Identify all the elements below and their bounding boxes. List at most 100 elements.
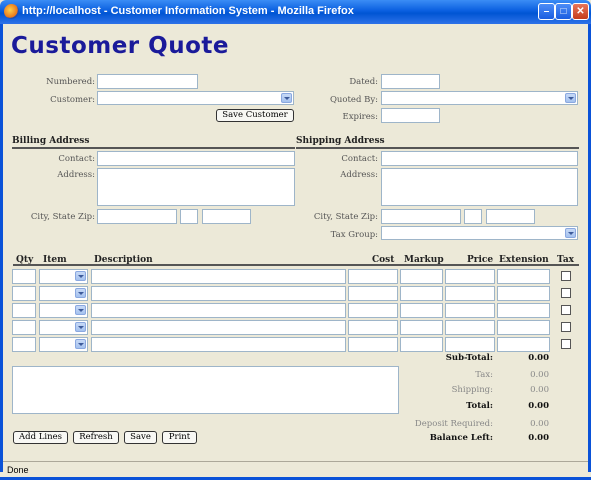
notes-textarea[interactable] [12, 366, 399, 414]
quoted-by-select[interactable] [381, 91, 578, 105]
item-select[interactable] [39, 320, 88, 335]
cost-input[interactable] [348, 303, 398, 318]
price-input[interactable] [445, 286, 495, 301]
numbered-input[interactable] [97, 74, 198, 89]
tax-checkbox[interactable] [561, 271, 571, 281]
billing-city-input[interactable] [97, 209, 177, 224]
cost-input[interactable] [348, 320, 398, 335]
add-lines-button[interactable]: Add Lines [13, 431, 68, 444]
markup-input[interactable] [400, 303, 443, 318]
total-value: 0.00 [528, 401, 549, 411]
markup-input[interactable] [400, 320, 443, 335]
window-titlebar: http://localhost - Customer Information … [0, 0, 591, 24]
status-bar: Done [3, 461, 588, 478]
price-input[interactable] [445, 269, 495, 284]
shipping-city-input[interactable] [381, 209, 461, 224]
shipping-city-state-zip-label: City, State Zip: [313, 212, 378, 222]
expires-input[interactable] [381, 108, 440, 123]
extension-input[interactable] [497, 337, 550, 352]
extension-input[interactable] [497, 286, 550, 301]
extension-input[interactable] [497, 320, 550, 335]
deposit-value: 0.00 [530, 419, 549, 429]
tax-label: Tax: [475, 370, 493, 380]
maximize-icon[interactable]: □ [555, 3, 572, 20]
tax-checkbox[interactable] [561, 305, 571, 315]
quoted-by-label: Quoted By: [329, 95, 378, 105]
billing-city-state-zip-label: City, State Zip: [30, 212, 95, 222]
billing-contact-input[interactable] [97, 151, 295, 166]
billing-address-heading: Billing Address [12, 136, 295, 149]
customer-label: Customer: [50, 95, 95, 105]
subtotal-label: Sub-Total: [445, 353, 493, 363]
shipping-address-label: Address: [340, 170, 378, 180]
numbered-label: Numbered: [46, 77, 95, 87]
shipping-value: 0.00 [530, 385, 549, 395]
billing-address-textarea[interactable] [97, 168, 295, 206]
extension-input[interactable] [497, 269, 550, 284]
description-input[interactable] [91, 320, 346, 335]
total-label: Total: [466, 401, 493, 411]
chevron-down-icon[interactable] [75, 288, 86, 298]
extension-input[interactable] [497, 303, 550, 318]
qty-input[interactable] [12, 269, 36, 284]
item-select[interactable] [39, 303, 88, 318]
close-icon[interactable]: ✕ [572, 3, 589, 20]
save-customer-button[interactable]: Save Customer [216, 109, 294, 122]
cost-input[interactable] [348, 269, 398, 284]
window-title: http://localhost - Customer Information … [22, 5, 354, 17]
billing-address-label: Address: [57, 170, 95, 180]
chevron-down-icon[interactable] [565, 93, 576, 103]
markup-input[interactable] [400, 337, 443, 352]
tax-group-label: Tax Group: [330, 230, 378, 240]
tax-checkbox[interactable] [561, 339, 571, 349]
price-input[interactable] [445, 303, 495, 318]
customer-select[interactable] [97, 91, 294, 105]
qty-input[interactable] [12, 337, 36, 352]
markup-input[interactable] [400, 269, 443, 284]
save-button[interactable]: Save [124, 431, 157, 444]
chevron-down-icon[interactable] [75, 322, 86, 332]
shipping-zip-input[interactable] [486, 209, 535, 224]
shipping-contact-input[interactable] [381, 151, 578, 166]
chevron-down-icon[interactable] [75, 305, 86, 315]
page-content: Customer Quote Numbered: Customer: Save … [3, 24, 588, 461]
dated-input[interactable] [381, 74, 440, 89]
balance-left-label: Balance Left: [429, 433, 493, 443]
tax-checkbox[interactable] [561, 322, 571, 332]
shipping-address-heading: Shipping Address [296, 136, 579, 149]
shipping-address-textarea[interactable] [381, 168, 578, 206]
description-input[interactable] [91, 286, 346, 301]
markup-input[interactable] [400, 286, 443, 301]
billing-zip-input[interactable] [202, 209, 251, 224]
chevron-down-icon[interactable] [75, 271, 86, 281]
minimize-icon[interactable]: – [538, 3, 555, 20]
item-select[interactable] [39, 337, 88, 352]
price-input[interactable] [445, 320, 495, 335]
chevron-down-icon[interactable] [281, 93, 292, 103]
tax-value: 0.00 [530, 370, 549, 380]
item-select[interactable] [39, 269, 88, 284]
shipping-label: Shipping: [451, 385, 493, 395]
price-input[interactable] [445, 337, 495, 352]
billing-state-input[interactable] [180, 209, 198, 224]
description-input[interactable] [91, 303, 346, 318]
tax-checkbox[interactable] [561, 288, 571, 298]
tax-group-select[interactable] [381, 226, 578, 240]
print-button[interactable]: Print [162, 431, 197, 444]
chevron-down-icon[interactable] [565, 228, 576, 238]
item-select[interactable] [39, 286, 88, 301]
cost-input[interactable] [348, 337, 398, 352]
columns-divider [13, 264, 579, 266]
qty-input[interactable] [12, 303, 36, 318]
qty-input[interactable] [12, 286, 36, 301]
refresh-button[interactable]: Refresh [73, 431, 119, 444]
qty-input[interactable] [12, 320, 36, 335]
chevron-down-icon[interactable] [75, 339, 86, 349]
shipping-state-input[interactable] [464, 209, 482, 224]
subtotal-value: 0.00 [528, 353, 549, 363]
description-input[interactable] [91, 269, 346, 284]
page-title: Customer Quote [11, 33, 229, 59]
cost-input[interactable] [348, 286, 398, 301]
expires-label: Expires: [342, 112, 378, 122]
description-input[interactable] [91, 337, 346, 352]
